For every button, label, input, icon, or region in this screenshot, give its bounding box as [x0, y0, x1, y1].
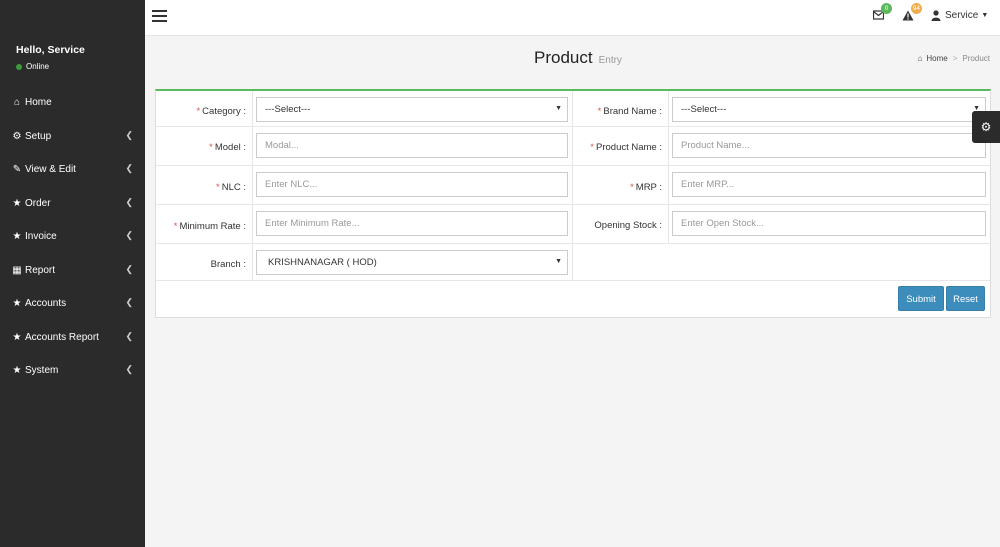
star-icon: ★	[12, 197, 22, 209]
sidebar-item-label: Accounts	[25, 298, 67, 310]
mrp-label: * MRP :	[630, 182, 662, 193]
mrp-input[interactable]: Enter MRP...	[672, 172, 986, 197]
user-status: Online	[16, 62, 85, 71]
online-dot-icon	[16, 63, 22, 70]
chevron-down-icon: ▼	[555, 258, 562, 265]
brand-name-select[interactable]: ---Select--- ▼	[672, 97, 986, 122]
nlc-label: * NLC :	[216, 182, 246, 193]
settings-toggle-button[interactable]: ⚙	[972, 111, 1000, 143]
chevron-left-icon: ❮	[125, 196, 133, 207]
gear-icon: ⚙	[980, 120, 992, 134]
mail-count-badge: 0	[881, 3, 892, 14]
star-icon: ★	[12, 365, 22, 377]
sidebar-item-label: Accounts Report	[25, 331, 99, 343]
sidebar-menu: ⌂ Home ⚙ Setup ❮ ✎ View & Edit ❮ ★ Order…	[0, 86, 145, 388]
user-status-label: Online	[26, 62, 50, 71]
caret-down-icon: ▼	[981, 12, 989, 19]
form-row-nlc: * NLC : Enter NLC... * MRP : Enter MRP...	[156, 166, 990, 205]
sidebar-item-label: Report	[25, 264, 56, 276]
alert-count-badge: 94	[910, 3, 922, 14]
user-panel: Hello, Service Online	[16, 44, 85, 71]
file-icon: ▦	[12, 264, 22, 276]
breadcrumb: ⌂ Home > Product	[918, 54, 990, 63]
user-menu-dropdown[interactable]: Service ▼	[931, 10, 988, 21]
sidebar-item-order[interactable]: ★ Order ❮	[0, 187, 145, 221]
sidebar-item-label: Order	[25, 197, 51, 209]
sidebar-item-setup[interactable]: ⚙ Setup ❮	[0, 120, 145, 154]
product-name-label: * Product Name :	[590, 142, 662, 153]
page-title: Product Entry	[534, 48, 622, 68]
sidebar-item-report[interactable]: ▦ Report ❮	[0, 254, 145, 288]
sidebar-item-label: Invoice	[25, 231, 57, 243]
sidebar-item-label: Home	[25, 97, 52, 109]
user-greeting: Hello, Service	[16, 44, 85, 56]
form-row-model: * Model : Modal... * Product Name : Produc…	[156, 127, 990, 166]
user-icon	[931, 10, 941, 21]
sidebar-item-accounts-report[interactable]: ★ Accounts Report ❮	[0, 321, 145, 355]
sidebar-toggle-icon[interactable]	[152, 10, 167, 22]
product-name-input[interactable]: Product Name...	[672, 133, 986, 158]
opening-stock-label: Opening Stock :	[594, 220, 662, 231]
page-subtitle: Entry	[598, 55, 622, 66]
sidebar-item-system[interactable]: ★ System ❮	[0, 354, 145, 388]
top-navbar: 0 94 Service ▼	[145, 0, 1000, 36]
category-select[interactable]: ---Select--- ▼	[256, 97, 568, 122]
sidebar-item-home[interactable]: ⌂ Home	[0, 86, 145, 120]
breadcrumb-home-link[interactable]: Home	[926, 54, 947, 63]
star-icon: ★	[12, 298, 22, 310]
breadcrumb-separator: >	[952, 54, 958, 63]
chevron-left-icon: ❮	[125, 364, 133, 374]
breadcrumb-current: Product	[962, 54, 990, 63]
model-input[interactable]: Modal...	[256, 133, 568, 158]
minimum-rate-label: * Minimum Rate :	[173, 221, 246, 232]
chevron-left-icon: ❮	[125, 163, 133, 173]
model-label: * Model :	[209, 142, 246, 153]
cogs-icon: ⚙	[12, 130, 22, 142]
nlc-input[interactable]: Enter NLC...	[256, 172, 568, 197]
sidebar-item-accounts[interactable]: ★ Accounts ❮	[0, 287, 145, 321]
edit-icon: ✎	[12, 164, 22, 176]
brand-name-label: * Brand Name :	[597, 106, 662, 117]
page-title-text: Product	[534, 48, 593, 67]
sidebar-item-invoice[interactable]: ★ Invoice ❮	[0, 220, 145, 254]
chevron-left-icon: ❮	[125, 330, 133, 341]
opening-stock-input[interactable]: Enter Open Stock...	[672, 211, 986, 236]
chevron-left-icon: ❮	[125, 263, 133, 274]
minimum-rate-input[interactable]: Enter Minimum Rate...	[256, 211, 568, 236]
sidebar-item-label: View & Edit	[25, 164, 76, 176]
branch-label: Branch :	[210, 259, 246, 270]
sidebar-item-view-edit[interactable]: ✎ View & Edit ❮	[0, 153, 145, 187]
sidebar-item-label: System	[25, 365, 59, 377]
chevron-left-icon: ❮	[125, 297, 133, 307]
star-icon: ★	[12, 231, 22, 243]
product-entry-form: * Category : ---Select--- ▼ * Brand Name :…	[155, 89, 991, 318]
chevron-down-icon: ▼	[555, 105, 562, 112]
branch-select[interactable]: KRISHNANAGAR ( HOD) ▼	[256, 250, 568, 275]
warning-icon[interactable]: 94	[902, 3, 922, 24]
submit-button[interactable]: Submit	[898, 286, 944, 311]
home-icon: ⌂	[917, 54, 923, 63]
envelope-icon[interactable]: 0	[872, 3, 892, 23]
star-icon: ★	[12, 331, 22, 343]
chevron-left-icon: ❮	[125, 129, 133, 140]
category-label: * Category :	[196, 106, 246, 117]
form-row-category: * Category : ---Select--- ▼ * Brand Name :…	[156, 91, 990, 127]
reset-button[interactable]: Reset	[946, 286, 985, 311]
sidebar-item-label: Setup	[25, 130, 52, 142]
form-row-branch: Branch : KRISHNANAGAR ( HOD) ▼	[156, 244, 990, 281]
home-icon: ⌂	[13, 97, 21, 109]
sidebar: Hello, Service Online ⌂ Home ⚙ Setup ❮ ✎…	[0, 0, 145, 547]
chevron-left-icon: ❮	[125, 230, 133, 240]
form-row-minimum-rate: * Minimum Rate : Enter Minimum Rate... Op…	[156, 205, 990, 244]
user-menu-label: Service	[945, 10, 979, 21]
